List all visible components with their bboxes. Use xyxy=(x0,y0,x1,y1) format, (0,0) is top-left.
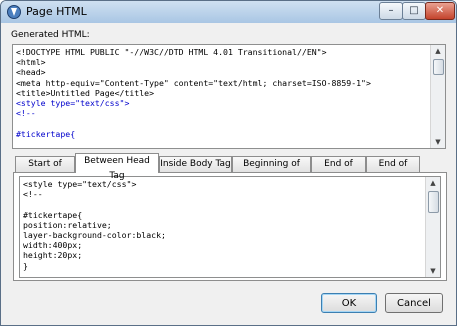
tab-start-of-page[interactable]: Start of Page xyxy=(15,156,75,184)
editor-line: <!-- xyxy=(23,189,43,200)
window-title: Page HTML xyxy=(26,5,87,18)
scrollbar-thumb[interactable] xyxy=(428,191,439,213)
cancel-button[interactable]: Cancel xyxy=(385,293,443,313)
code-line: <!DOCTYPE HTML PUBLIC "-//W3C//DTD HTML … xyxy=(16,47,327,57)
code-line: <!-- xyxy=(16,108,36,119)
code-line: <meta http-equiv="Content-Type" content=… xyxy=(16,77,371,88)
code-line: <style type="text/css"> xyxy=(16,98,130,109)
editor-line: height:20px; xyxy=(23,250,83,261)
maximize-button[interactable]: □ xyxy=(402,2,426,20)
generated-html-label: Generated HTML: xyxy=(11,30,90,40)
title-bar[interactable]: Page HTML – □ ✕ xyxy=(1,1,456,23)
app-icon xyxy=(7,5,21,19)
tab-between-head-tag[interactable]: Between Head Tag xyxy=(75,153,159,181)
scroll-down-arrow-icon[interactable]: ▼ xyxy=(431,136,445,148)
generated-html-content: <!DOCTYPE HTML PUBLIC "-//W3C//DTD HTML … xyxy=(13,45,445,139)
code-line: <title>Untitled Page</title> xyxy=(16,87,155,98)
tab-end-of-page[interactable]: End of Page xyxy=(366,156,420,184)
tab-panel: <style type="text/css"> <!-- #tickertape… xyxy=(13,172,447,281)
generated-html-scrollbar[interactable]: ▲ ▼ xyxy=(430,45,445,148)
tab-inside-body-tag[interactable]: Inside Body Tag xyxy=(159,156,232,172)
generated-html-textarea[interactable]: <!DOCTYPE HTML PUBLIC "-//W3C//DTD HTML … xyxy=(12,44,446,149)
editor-line: #tickertape{ xyxy=(23,209,83,220)
editor-line: width:400px; xyxy=(23,240,83,251)
editor-line: position:relative; xyxy=(23,219,112,230)
tab-beginning-of-body[interactable]: Beginning of Body xyxy=(232,156,311,184)
scrollbar-thumb[interactable] xyxy=(433,59,444,75)
code-line: <head> xyxy=(16,67,46,78)
code-line: <html> xyxy=(16,57,46,68)
editor-scrollbar[interactable]: ▲ ▼ xyxy=(425,177,440,277)
ok-button[interactable]: OK xyxy=(321,293,377,313)
scroll-down-arrow-icon[interactable]: ▼ xyxy=(426,265,440,277)
editor-textarea[interactable]: <style type="text/css"> <!-- #tickertape… xyxy=(19,176,441,278)
editor-content: <style type="text/css"> <!-- #tickertape… xyxy=(20,177,440,271)
editor-line: } xyxy=(23,260,28,271)
code-line: #tickertape{ xyxy=(16,128,76,139)
editor-line: layer-background-color:black; xyxy=(23,230,166,241)
close-button[interactable]: ✕ xyxy=(425,2,455,20)
tab-end-of-body[interactable]: End of Body xyxy=(311,156,366,184)
scroll-up-arrow-icon[interactable]: ▲ xyxy=(426,177,440,189)
minimize-button[interactable]: – xyxy=(379,2,403,20)
scroll-up-arrow-icon[interactable]: ▲ xyxy=(431,45,445,57)
page-html-dialog: Page HTML – □ ✕ Generated HTML: <!DOCTYP… xyxy=(0,0,457,326)
